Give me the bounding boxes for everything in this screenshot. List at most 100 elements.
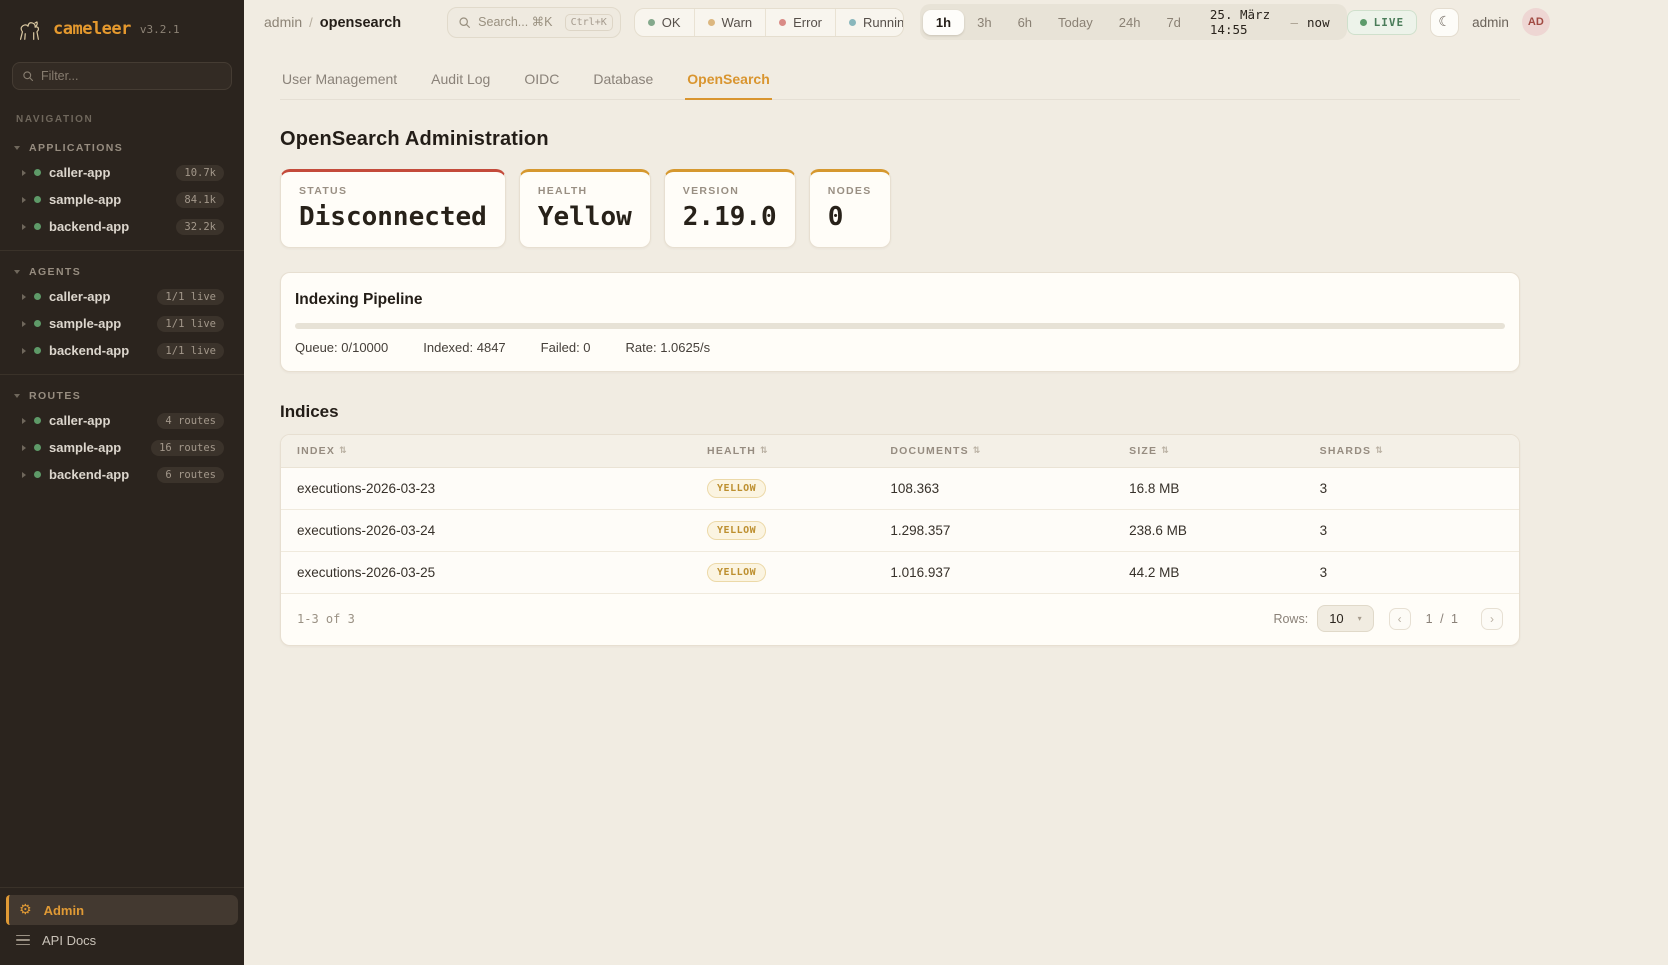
sidebar-item-agents-caller-app[interactable]: caller-app 1/1 live — [0, 283, 244, 310]
status-dot — [34, 471, 41, 478]
status-dot — [34, 169, 41, 176]
time-range-24h[interactable]: 24h — [1106, 10, 1154, 35]
sidebar-item-agents-sample-app[interactable]: sample-app 1/1 live — [0, 310, 244, 337]
filter-error[interactable]: Error — [766, 9, 836, 36]
content: User Management Audit Log OIDC Database … — [244, 44, 1668, 646]
section-label: APPLICATIONS — [29, 142, 123, 154]
column-label: SHARDS — [1320, 445, 1372, 457]
rows-per-page-select[interactable]: 10 ▾ — [1317, 605, 1373, 632]
time-range-1h[interactable]: 1h — [923, 10, 964, 35]
column-header-shards[interactable]: SHARDS ⇅ — [1320, 445, 1503, 457]
prev-page-button[interactable]: ‹ — [1389, 608, 1411, 630]
column-header-health[interactable]: HEALTH ⇅ — [707, 445, 890, 457]
pagination: Rows: 10 ▾ ‹ 1 / 1 › — [1273, 605, 1503, 632]
app-root: cameleer v3.2.1 NAVIGATION APPLICATIONS … — [0, 0, 1668, 965]
table-row[interactable]: executions-2026-03-25 YELLOW 1.016.937 4… — [281, 552, 1519, 594]
status-dot — [34, 293, 41, 300]
column-header-documents[interactable]: DOCUMENTS ⇅ — [890, 445, 1129, 457]
time-dash: — — [1290, 15, 1298, 30]
search-input[interactable] — [478, 15, 557, 29]
sidebar-item-routes-sample-app[interactable]: sample-app 16 routes — [0, 434, 244, 461]
sidebar-filter[interactable] — [12, 62, 232, 90]
column-header-size[interactable]: SIZE ⇅ — [1129, 445, 1320, 457]
time-from: 25. März 14:55 — [1210, 7, 1282, 37]
sidebar-item-agents-backend-app[interactable]: backend-app 1/1 live — [0, 337, 244, 364]
health-badge: YELLOW — [707, 521, 766, 540]
global-search[interactable]: Ctrl+K — [447, 7, 621, 38]
sidebar-section-routes: ROUTES caller-app 4 routes sample-app 16… — [0, 385, 244, 488]
sidebar-item-applications-caller-app[interactable]: caller-app 10.7k — [0, 159, 244, 186]
time-range-today[interactable]: Today — [1045, 10, 1106, 35]
chevron-down-icon — [14, 394, 20, 398]
filter-warn[interactable]: Warn — [695, 9, 767, 36]
avatar[interactable]: AD — [1522, 8, 1550, 36]
topbar: admin / opensearch Ctrl+K OK — [244, 0, 1668, 44]
time-range-6h[interactable]: 6h — [1005, 10, 1045, 35]
stat-value: Disconnected — [299, 202, 487, 232]
next-page-button[interactable]: › — [1481, 608, 1503, 630]
warn-dot-icon — [708, 19, 715, 26]
filter-label: Error — [793, 15, 822, 30]
indexing-pipeline-card: Indexing Pipeline Queue: 0/10000 Indexed… — [280, 272, 1520, 372]
item-label: caller-app — [49, 289, 149, 304]
sort-icon: ⇅ — [760, 446, 769, 456]
sort-icon: ⇅ — [1375, 446, 1384, 456]
live-toggle[interactable]: LIVE — [1347, 10, 1418, 35]
status-filter-group: OK Warn Error Running — [634, 8, 904, 37]
item-label: sample-app — [49, 192, 168, 207]
tab-audit-log[interactable]: Audit Log — [429, 68, 492, 99]
filter-input[interactable] — [41, 69, 222, 83]
theme-toggle[interactable]: ☾ — [1430, 8, 1459, 37]
filter-ok[interactable]: OK — [635, 9, 695, 36]
sidebar-item-routes-backend-app[interactable]: backend-app 6 routes — [0, 461, 244, 488]
time-range-display[interactable]: 25. März 14:55 — now — [1194, 7, 1344, 37]
section-header-agents[interactable]: AGENTS — [0, 261, 244, 283]
pipeline-failed: Failed: 0 — [541, 340, 591, 355]
tab-database[interactable]: Database — [591, 68, 655, 99]
item-label: caller-app — [49, 413, 149, 428]
cell-documents: 1.016.937 — [890, 565, 1129, 580]
moon-icon: ☾ — [1438, 14, 1451, 30]
sidebar-item-applications-sample-app[interactable]: sample-app 84.1k — [0, 186, 244, 213]
status-dot — [34, 196, 41, 203]
sidebar-section-agents: AGENTS caller-app 1/1 live sample-app 1/… — [0, 261, 244, 364]
api-docs-label: API Docs — [42, 933, 96, 948]
live-label: LIVE — [1374, 16, 1405, 29]
tab-oidc[interactable]: OIDC — [522, 68, 561, 99]
sidebar-item-api-docs[interactable]: API Docs — [6, 925, 238, 955]
item-badge: 1/1 live — [157, 316, 224, 332]
time-range-3h[interactable]: 3h — [964, 10, 1004, 35]
sidebar-footer: ⚙ Admin API Docs — [0, 887, 244, 965]
tab-opensearch[interactable]: OpenSearch — [685, 68, 771, 100]
table-row[interactable]: executions-2026-03-23 YELLOW 108.363 16.… — [281, 468, 1519, 510]
breadcrumb: admin / opensearch — [264, 14, 401, 31]
error-dot-icon — [779, 19, 786, 26]
section-header-applications[interactable]: APPLICATIONS — [0, 137, 244, 159]
cell-size: 44.2 MB — [1129, 565, 1320, 580]
filter-running[interactable]: Running — [836, 9, 904, 36]
item-badge: 84.1k — [176, 192, 224, 208]
filter-label: Warn — [722, 15, 753, 30]
indices-title: Indices — [280, 402, 1636, 422]
breadcrumb-current: opensearch — [320, 15, 401, 31]
chevron-down-icon — [14, 270, 20, 274]
indices-table: INDEX ⇅ HEALTH ⇅ DOCUMENTS ⇅ SIZE ⇅ — [280, 434, 1520, 646]
sidebar-item-admin[interactable]: ⚙ Admin — [6, 895, 238, 925]
stat-label: VERSION — [683, 185, 777, 197]
sidebar-item-applications-backend-app[interactable]: backend-app 32.2k — [0, 213, 244, 240]
chevron-right-icon — [22, 170, 26, 176]
tab-user-management[interactable]: User Management — [280, 68, 399, 99]
section-label: AGENTS — [29, 266, 81, 278]
time-range-7d[interactable]: 7d — [1153, 10, 1193, 35]
table-footer: 1-3 of 3 Rows: 10 ▾ ‹ 1 / 1 › — [281, 594, 1519, 645]
breadcrumb-parent[interactable]: admin — [264, 14, 302, 30]
stat-value: Yellow — [538, 202, 632, 232]
sort-icon: ⇅ — [339, 446, 348, 456]
item-label: caller-app — [49, 165, 168, 180]
table-row[interactable]: executions-2026-03-24 YELLOW 1.298.357 2… — [281, 510, 1519, 552]
column-header-index[interactable]: INDEX ⇅ — [297, 445, 707, 457]
stat-value: 2.19.0 — [683, 202, 777, 232]
sidebar-item-routes-caller-app[interactable]: caller-app 4 routes — [0, 407, 244, 434]
chevron-right-icon: › — [1490, 612, 1494, 626]
section-header-routes[interactable]: ROUTES — [0, 385, 244, 407]
